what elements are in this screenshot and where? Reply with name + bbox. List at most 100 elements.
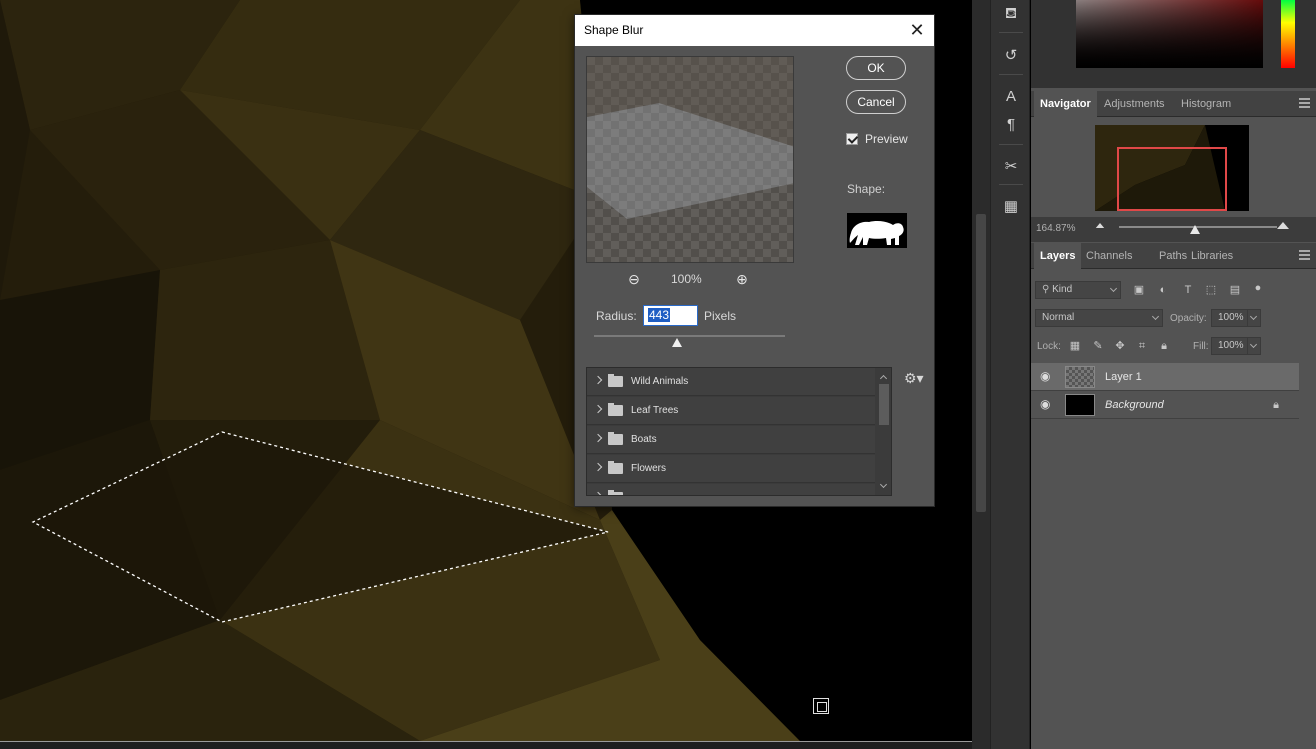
list-item-label: Boats	[631, 434, 657, 445]
smart-object-filter-icon[interactable]: ▤	[1228, 283, 1242, 297]
tab-histogram[interactable]: Histogram	[1175, 91, 1237, 117]
radius-slider[interactable]	[594, 335, 785, 337]
scissors-icon[interactable]: ✂	[998, 156, 1024, 178]
list-item[interactable]: Flowers	[587, 455, 875, 483]
grid-icon[interactable]: ▦	[998, 196, 1024, 218]
cancel-button[interactable]: Cancel	[846, 90, 906, 114]
preview-zoom-controls: ⊖ 100% ⊕	[586, 270, 794, 288]
layer-name[interactable]: Layer 1	[1105, 371, 1142, 383]
zoom-in-icon[interactable]: ⊕	[733, 270, 751, 288]
history-brush-icon[interactable]: ↺	[998, 45, 1024, 67]
tab-navigator[interactable]: Navigator	[1034, 91, 1097, 117]
visibility-eye-icon[interactable]: ◉	[1040, 370, 1054, 382]
navigator-thumbnail[interactable]	[1095, 125, 1249, 211]
preview-label[interactable]: Preview	[865, 132, 908, 146]
chevron-right-icon[interactable]	[593, 433, 603, 443]
chevron-right-icon[interactable]	[593, 462, 603, 472]
dialog-title: Shape Blur	[584, 23, 644, 37]
tab-adjustments[interactable]: Adjustments	[1098, 91, 1171, 117]
type-filter-icon[interactable]: T	[1181, 283, 1195, 297]
preview-checkbox[interactable]	[846, 133, 858, 145]
color-picker-panel	[1031, 0, 1316, 88]
filter-preview[interactable]	[586, 56, 794, 263]
shape-picker[interactable]	[847, 213, 907, 248]
layers-panel: ⚲ Kind ▣ ◐ T ⬚ ▤ ● Normal Opacity: 100% …	[1031, 271, 1316, 749]
scrollbar-thumb[interactable]	[879, 384, 889, 425]
chevron-right-icon[interactable]	[593, 404, 603, 414]
blend-mode-select[interactable]: Normal	[1035, 309, 1163, 327]
right-panels: Navigator Adjustments Histogram 164.87%	[1031, 0, 1316, 749]
layer-row[interactable]: ◉ Background 🔒︎	[1031, 391, 1299, 419]
radius-input[interactable]: 443	[643, 305, 698, 326]
selection-handle-icon[interactable]	[813, 698, 829, 714]
tab-libraries[interactable]: Libraries	[1185, 243, 1239, 269]
type-tool-icon[interactable]: A	[998, 86, 1024, 108]
fill-dropdown[interactable]	[1247, 337, 1261, 355]
filter-toggle-icon[interactable]: ●	[1251, 281, 1265, 295]
panel-menu-icon[interactable]	[1299, 250, 1310, 260]
ok-button[interactable]: OK	[846, 56, 906, 80]
layers-tabs: Layers Channels Paths Libraries	[1031, 243, 1316, 269]
dialog-title-bar[interactable]: Shape Blur ✕	[575, 15, 934, 46]
folder-icon	[608, 432, 623, 445]
lock-all-icon[interactable]: 🔒︎	[1157, 339, 1171, 353]
hue-slider[interactable]	[1281, 0, 1295, 68]
shape-label: Shape:	[847, 182, 886, 196]
folder-icon	[608, 403, 623, 416]
lock-artboard-icon[interactable]: ⌗	[1135, 339, 1149, 353]
shape-library-list: Wild Animals Leaf Trees Boats Flowers	[586, 367, 892, 496]
lock-transparent-icon[interactable]: ▦	[1068, 339, 1082, 353]
list-item-label: Leaf Trees	[631, 405, 679, 416]
shape-blur-dialog: Shape Blur ✕ ⊖ 100% ⊕ OK Cancel Preview …	[574, 14, 935, 507]
layer-filter-kind[interactable]: ⚲ Kind	[1035, 281, 1121, 299]
adjustment-filter-icon[interactable]: ◐	[1156, 283, 1170, 297]
scroll-up-icon[interactable]	[879, 374, 888, 383]
stamp-icon[interactable]: ⛾	[998, 3, 1024, 25]
lock-label: Lock:	[1037, 341, 1061, 352]
opacity-dropdown[interactable]	[1247, 309, 1261, 327]
preview-zoom-level: 100%	[671, 272, 702, 286]
layer-row[interactable]: ◉ Layer 1	[1031, 363, 1299, 391]
chevron-right-icon[interactable]	[593, 491, 603, 495]
layer-name[interactable]: Background	[1105, 399, 1164, 411]
list-item[interactable]: Leaf Trees	[587, 397, 875, 425]
tab-channels[interactable]: Channels	[1080, 243, 1138, 269]
list-item[interactable]	[587, 484, 875, 495]
search-icon: ⚲	[1042, 284, 1053, 295]
visibility-eye-icon[interactable]: ◉	[1040, 398, 1054, 410]
zoom-in-mountain-icon[interactable]	[1277, 222, 1289, 229]
fill-label: Fill:	[1193, 341, 1209, 352]
canvas-scrollbar[interactable]	[972, 0, 990, 749]
lock-image-brush-icon[interactable]: ✎	[1091, 339, 1105, 353]
close-icon[interactable]: ✕	[908, 21, 926, 39]
shape-filter-icon[interactable]: ⬚	[1204, 283, 1218, 297]
radius-slider-knob[interactable]	[672, 338, 682, 347]
layer-lock-icon: 🔒︎	[1273, 399, 1279, 411]
list-item[interactable]: Wild Animals	[587, 368, 875, 396]
navigator-footer: 164.87%	[1031, 217, 1316, 242]
list-item[interactable]: Boats	[587, 426, 875, 454]
gear-icon[interactable]: ⚙▾	[904, 370, 924, 387]
folder-icon	[608, 461, 623, 474]
radius-value: 443	[648, 308, 671, 322]
photoshop-window: ⛾ ↺ A ¶ ✂ ▦ Navigator Adjustments Histog…	[0, 0, 1316, 749]
paragraph-icon[interactable]: ¶	[998, 114, 1024, 136]
navigator-zoom-percent[interactable]: 164.87%	[1036, 223, 1075, 234]
scroll-down-icon[interactable]	[879, 480, 888, 489]
slider-knob[interactable]	[1190, 225, 1200, 234]
tiger-shape-icon	[849, 221, 904, 245]
chevron-right-icon[interactable]	[593, 375, 603, 385]
zoom-out-icon[interactable]: ⊖	[625, 270, 643, 288]
zoom-out-mountain-icon[interactable]	[1095, 223, 1105, 228]
list-item-label: Wild Animals	[631, 376, 689, 387]
image-filter-icon[interactable]: ▣	[1132, 283, 1146, 297]
panel-menu-icon[interactable]	[1299, 98, 1310, 108]
folder-icon	[608, 490, 623, 495]
panel-toolstrip: ⛾ ↺ A ¶ ✂ ▦	[990, 0, 1030, 749]
list-scrollbar[interactable]	[877, 368, 891, 495]
navigator-view-box[interactable]	[1117, 147, 1227, 211]
navigator-panel: 164.87%	[1031, 117, 1316, 242]
scrollbar-thumb[interactable]	[976, 214, 986, 512]
tab-layers[interactable]: Layers	[1034, 243, 1082, 269]
lock-position-icon[interactable]: ✥	[1113, 339, 1127, 353]
